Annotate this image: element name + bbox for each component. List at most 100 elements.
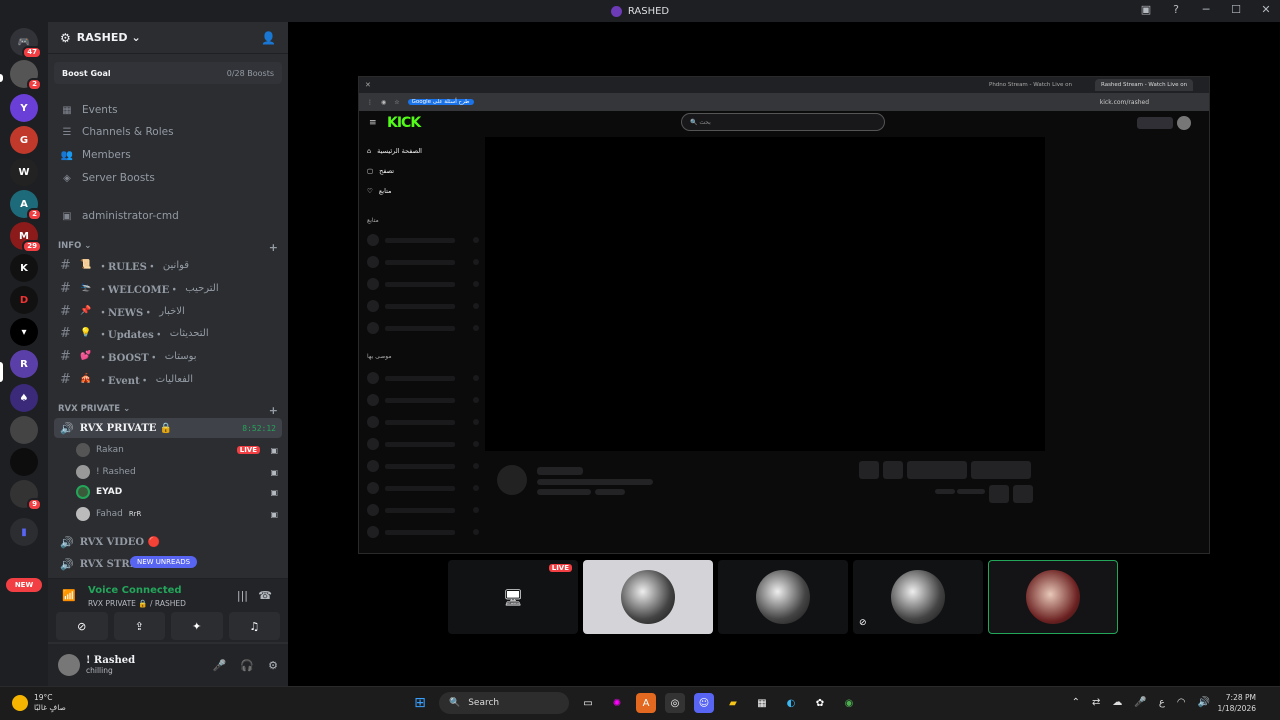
minimize-button[interactable]: ─ [1198,3,1214,16]
voice-channel-rvx-private[interactable]: 🔊 RVX PRIVATE 🔒 8:52:12 [54,418,282,438]
openai-icon[interactable]: ✿ [810,693,830,713]
voice-user-fahad[interactable]: Fahad RrR ▣ [76,505,282,523]
noise-suppression-icon[interactable]: ||| [237,589,248,602]
avatar[interactable] [58,654,80,676]
edge-icon[interactable]: ◐ [781,693,801,713]
weather-widget[interactable]: 19°C صافٍ غالبًا [12,693,66,713]
chevron-up-icon[interactable]: ⌃ [1072,697,1080,708]
voice-user-rashed[interactable]: ! Rashed ▣ [76,463,282,481]
voice-channel-rvx-video[interactable]: 🔊 RVX VIDEO 🔴 [54,532,282,552]
participant-tile[interactable] [718,560,848,634]
participant-tile-speaking[interactable] [988,560,1118,634]
folder-icon[interactable]: ▮ [10,518,38,546]
server-icon[interactable]: R [10,350,38,378]
server-icon[interactable]: G [10,126,38,154]
category-rvx-private[interactable]: RVX PRIVATE ⌄ + [58,404,278,417]
copilot-icon[interactable]: ✺ [607,693,627,713]
server-icon[interactable]: D [10,286,38,314]
server-icon[interactable]: 9 [10,480,42,511]
address-bar[interactable]: kick.com/rashed [1100,99,1149,106]
add-channel-icon[interactable]: + [269,241,278,254]
soundboard-button[interactable]: ♫ [228,612,280,640]
new-pill[interactable]: NEW [6,578,42,592]
voice-status[interactable]: Voice Connected [88,585,182,596]
volume-icon[interactable]: 🔊 [1198,697,1210,708]
wifi-icon[interactable]: ◠ [1177,697,1186,708]
kick-search-input[interactable]: 🔍 بحث [681,113,885,131]
channel-news[interactable]: # 📌 ・NEWS・ الاخبار [56,301,280,321]
headphones-icon[interactable]: 🎧 [240,659,254,672]
nav-channels-roles[interactable]: ☰ Channels & Roles [56,122,280,142]
channel-welcome[interactable]: # 🛬 ・WELCOME・ الترحيب [56,278,280,298]
nav-server-boosts[interactable]: ◈ Server Boosts [56,168,280,188]
task-view-icon[interactable]: ▭ [578,693,598,713]
server-icon[interactable]: ♠ [10,384,38,412]
extension-icon[interactable]: ◉ [381,99,386,106]
add-channel-icon[interactable]: + [269,404,278,417]
server-icon[interactable]: M 29 [10,222,42,253]
category-info[interactable]: INFO ⌄ + [58,241,278,254]
browser-tab[interactable]: Phdno Stream - Watch Live on [983,79,1078,91]
close-icon[interactable]: ✕ [365,81,371,89]
boost-goal[interactable]: Boost Goal 0/28 Boosts [54,62,282,84]
clock[interactable]: 7:28 PM 1/18/2026 [1218,692,1256,714]
kick-notifications[interactable] [1137,117,1173,129]
channel-updates[interactable]: # 💡 ・Updates・ التحديثات [56,323,280,343]
chrome-icon[interactable]: ◎ [665,693,685,713]
app-icon[interactable]: A [636,693,656,713]
inbox-icon[interactable]: ▣ [1138,3,1154,16]
back-icon[interactable]: ⋮ [367,99,373,106]
server-icon[interactable]: K [10,254,38,282]
voice-location[interactable]: RVX PRIVATE 🔒 / RASHED [88,599,186,608]
server-icon[interactable]: W [10,158,38,186]
kick-avatar[interactable] [1177,116,1191,130]
dm-home-icon[interactable]: 🎮 47 [10,28,42,59]
help-icon[interactable]: ? [1168,3,1184,16]
nav-events[interactable]: ▦ Events [56,100,280,120]
browser-tab-active[interactable]: Rashed Stream - Watch Live on [1095,79,1194,91]
server-icon[interactable]: ▾ [10,318,38,346]
server-icon[interactable] [10,448,38,476]
google-ask-button[interactable]: Google طرح أسئلة على [407,99,474,105]
file-explorer-icon[interactable]: ▰ [723,693,743,713]
chrome-icon[interactable]: ◉ [839,693,859,713]
kick-nav-home[interactable]: ⌂ الصفحة الرئيسية [367,147,422,155]
close-button[interactable]: ✕ [1258,3,1274,16]
store-icon[interactable]: ▦ [752,693,772,713]
settings-gear-icon[interactable]: ⚙ [268,659,278,672]
channel-administrator-cmd[interactable]: ▣ administrator-cmd [56,206,280,226]
disconnect-icon[interactable]: ☎ [258,589,272,602]
screen-share-button[interactable]: ⇪ [113,612,165,640]
screen-share-tile[interactable]: 🖥 LIVE [448,560,578,634]
taskbar-search[interactable]: 🔍 Search [439,692,569,714]
channel-boost[interactable]: # 💕 ・BOOST・ بوستات [56,346,280,366]
server-icon[interactable]: A2 [10,190,42,221]
participant-tile[interactable]: ⊘ [853,560,983,634]
kick-nav-browse[interactable]: ▢ تصفح [367,167,394,175]
mic-icon[interactable]: 🎤 [213,659,227,672]
windows-start-icon[interactable]: ⊞ [410,693,430,713]
bookmark-star-icon[interactable]: ☆ [394,99,399,106]
discord-icon[interactable]: ☺ [694,693,714,713]
voice-user-rakan[interactable]: Rakan LIVE ▣ [76,441,282,459]
mic-icon[interactable]: 🎤 [1134,697,1146,708]
language-indicator[interactable]: ع [1159,697,1165,708]
nav-members[interactable]: 👥 Members [56,145,280,165]
server-icon[interactable] [10,416,38,444]
onedrive-icon[interactable]: ☁ [1112,697,1122,708]
maximize-button[interactable]: ☐ [1228,3,1244,16]
kick-logo[interactable]: KICK [387,115,421,131]
hamburger-icon[interactable]: ≡ [369,118,377,128]
channel-rules[interactable]: # 📜 ・RULES・ قوانين [56,255,280,275]
server-icon[interactable]: Y [10,94,38,122]
channel-event[interactable]: # 🎪 ・Event・ الفعاليات [56,369,280,389]
invite-icon[interactable]: 👤 [261,31,276,45]
server-header[interactable]: ⚙ RASHED ⌄ 👤 [48,22,288,54]
activities-button[interactable]: ✦ [171,612,223,640]
server-icon[interactable]: 2 [10,60,42,91]
participant-tile[interactable] [583,560,713,634]
network-app-icon[interactable]: ⇄ [1092,697,1100,708]
video-player[interactable] [485,137,1045,451]
kick-nav-following[interactable]: ♡ متابع [367,187,392,195]
voice-user-eyad[interactable]: EYAD ▣ [76,483,282,501]
